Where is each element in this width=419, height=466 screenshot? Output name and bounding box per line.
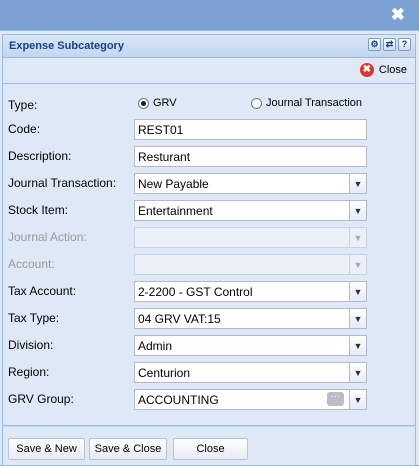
refresh-icon[interactable]: ⇄: [383, 38, 396, 51]
code-row: Code: REST01: [3, 119, 415, 141]
journal-action-select: ▼: [134, 227, 367, 248]
account-row: Account: ▼: [3, 254, 415, 276]
expense-subcategory-window: Expense Subcategory ⚙ ⇄ ? ✖ Close Type: …: [0, 30, 419, 466]
tax-account-value: 2-2200 - GST Control: [138, 285, 253, 299]
toolbar-close-label: Close: [378, 64, 407, 76]
window-header: Expense Subcategory ⚙ ⇄ ?: [2, 34, 416, 58]
code-label: Code:: [8, 122, 41, 136]
chevron-down-icon[interactable]: ▼: [349, 390, 366, 409]
description-row: Description: Resturant: [3, 146, 415, 168]
grv-group-select[interactable]: ACCOUNTING ··· ▼: [134, 389, 367, 410]
code-value: REST01: [138, 123, 184, 137]
region-select[interactable]: Centurion ▼: [134, 362, 367, 383]
tax-account-label: Tax Account:: [8, 284, 77, 298]
form-panel: Type: GRV Journal Transaction Code: REST…: [2, 84, 416, 426]
division-label: Division:: [8, 338, 54, 352]
radio-grv[interactable]: GRV: [138, 97, 177, 109]
type-label: Type:: [8, 98, 38, 112]
tax-type-select[interactable]: 04 GRV VAT:15 ▼: [134, 308, 367, 329]
division-select[interactable]: Admin ▼: [134, 335, 367, 356]
stock-item-row: Stock Item: Entertainment ▼: [3, 200, 415, 222]
chevron-down-icon[interactable]: ▼: [349, 282, 366, 301]
journal-action-label: Journal Action:: [8, 230, 87, 244]
region-label: Region:: [8, 365, 50, 379]
header-tools: ⚙ ⇄ ?: [368, 38, 411, 51]
close-icon[interactable]: ✖: [391, 6, 405, 24]
journal-transaction-label: Journal Transaction:: [8, 176, 117, 190]
chevron-down-icon[interactable]: ▼: [349, 201, 366, 220]
save-close-button[interactable]: Save & Close: [89, 438, 167, 460]
chevron-down-icon[interactable]: ▼: [349, 174, 366, 193]
grv-group-row: GRV Group: ACCOUNTING ··· ▼: [3, 389, 415, 411]
stock-item-label: Stock Item:: [8, 203, 69, 217]
journal-transaction-value: New Payable: [138, 177, 209, 191]
journal-transaction-select[interactable]: New Payable ▼: [134, 173, 367, 194]
description-value: Resturant: [138, 150, 191, 164]
top-bar: ✖: [0, 0, 419, 30]
code-input[interactable]: REST01: [134, 119, 367, 140]
chevron-down-icon[interactable]: ▼: [349, 336, 366, 355]
save-new-button[interactable]: Save & New: [8, 438, 85, 460]
account-label: Account:: [8, 257, 55, 271]
chevron-down-icon: ▼: [349, 255, 366, 274]
close-circle-icon: ✖: [359, 63, 374, 77]
chevron-down-icon[interactable]: ▼: [349, 363, 366, 382]
region-value: Centurion: [138, 366, 191, 380]
tax-account-select[interactable]: 2-2200 - GST Control ▼: [134, 281, 367, 302]
radio-dot-selected[interactable]: [138, 97, 149, 109]
radio-journal-transaction[interactable]: Journal Transaction: [251, 97, 362, 109]
radio-journal-transaction-label: Journal Transaction: [266, 97, 362, 109]
chevron-down-icon: ▼: [349, 228, 366, 247]
tax-account-row: Tax Account: 2-2200 - GST Control ▼: [3, 281, 415, 303]
toolbar-close-button[interactable]: ✖ Close: [359, 63, 407, 77]
stock-item-value: Entertainment: [138, 204, 213, 218]
settings-icon[interactable]: ⚙: [368, 38, 381, 51]
account-select: ▼: [134, 254, 367, 275]
division-row: Division: Admin ▼: [3, 335, 415, 357]
tax-type-value: 04 GRV VAT:15: [138, 312, 221, 326]
type-row: Type: GRV Journal Transaction: [3, 96, 415, 118]
journal-action-row: Journal Action: ▼: [3, 227, 415, 249]
grv-group-label: GRV Group:: [8, 392, 74, 406]
journal-transaction-row: Journal Transaction: New Payable ▼: [3, 173, 415, 195]
tax-type-label: Tax Type:: [8, 311, 60, 325]
radio-dot[interactable]: [251, 97, 262, 109]
tax-type-row: Tax Type: 04 GRV VAT:15 ▼: [3, 308, 415, 330]
description-label: Description:: [8, 149, 72, 163]
window-title: Expense Subcategory: [9, 40, 124, 52]
stock-item-select[interactable]: Entertainment ▼: [134, 200, 367, 221]
region-row: Region: Centurion ▼: [3, 362, 415, 384]
description-input[interactable]: Resturant: [134, 146, 367, 167]
close-button[interactable]: Close: [173, 438, 248, 460]
help-icon[interactable]: ?: [398, 38, 411, 51]
division-value: Admin: [138, 339, 173, 353]
chevron-down-icon[interactable]: ▼: [349, 309, 366, 328]
grv-group-value: ACCOUNTING: [138, 393, 219, 407]
ellipsis-icon[interactable]: ···: [327, 392, 344, 406]
toolbar: ✖ Close: [2, 58, 416, 84]
radio-grv-label: GRV: [153, 97, 177, 109]
footer-bar: Save & New Save & Close Close: [2, 426, 416, 466]
